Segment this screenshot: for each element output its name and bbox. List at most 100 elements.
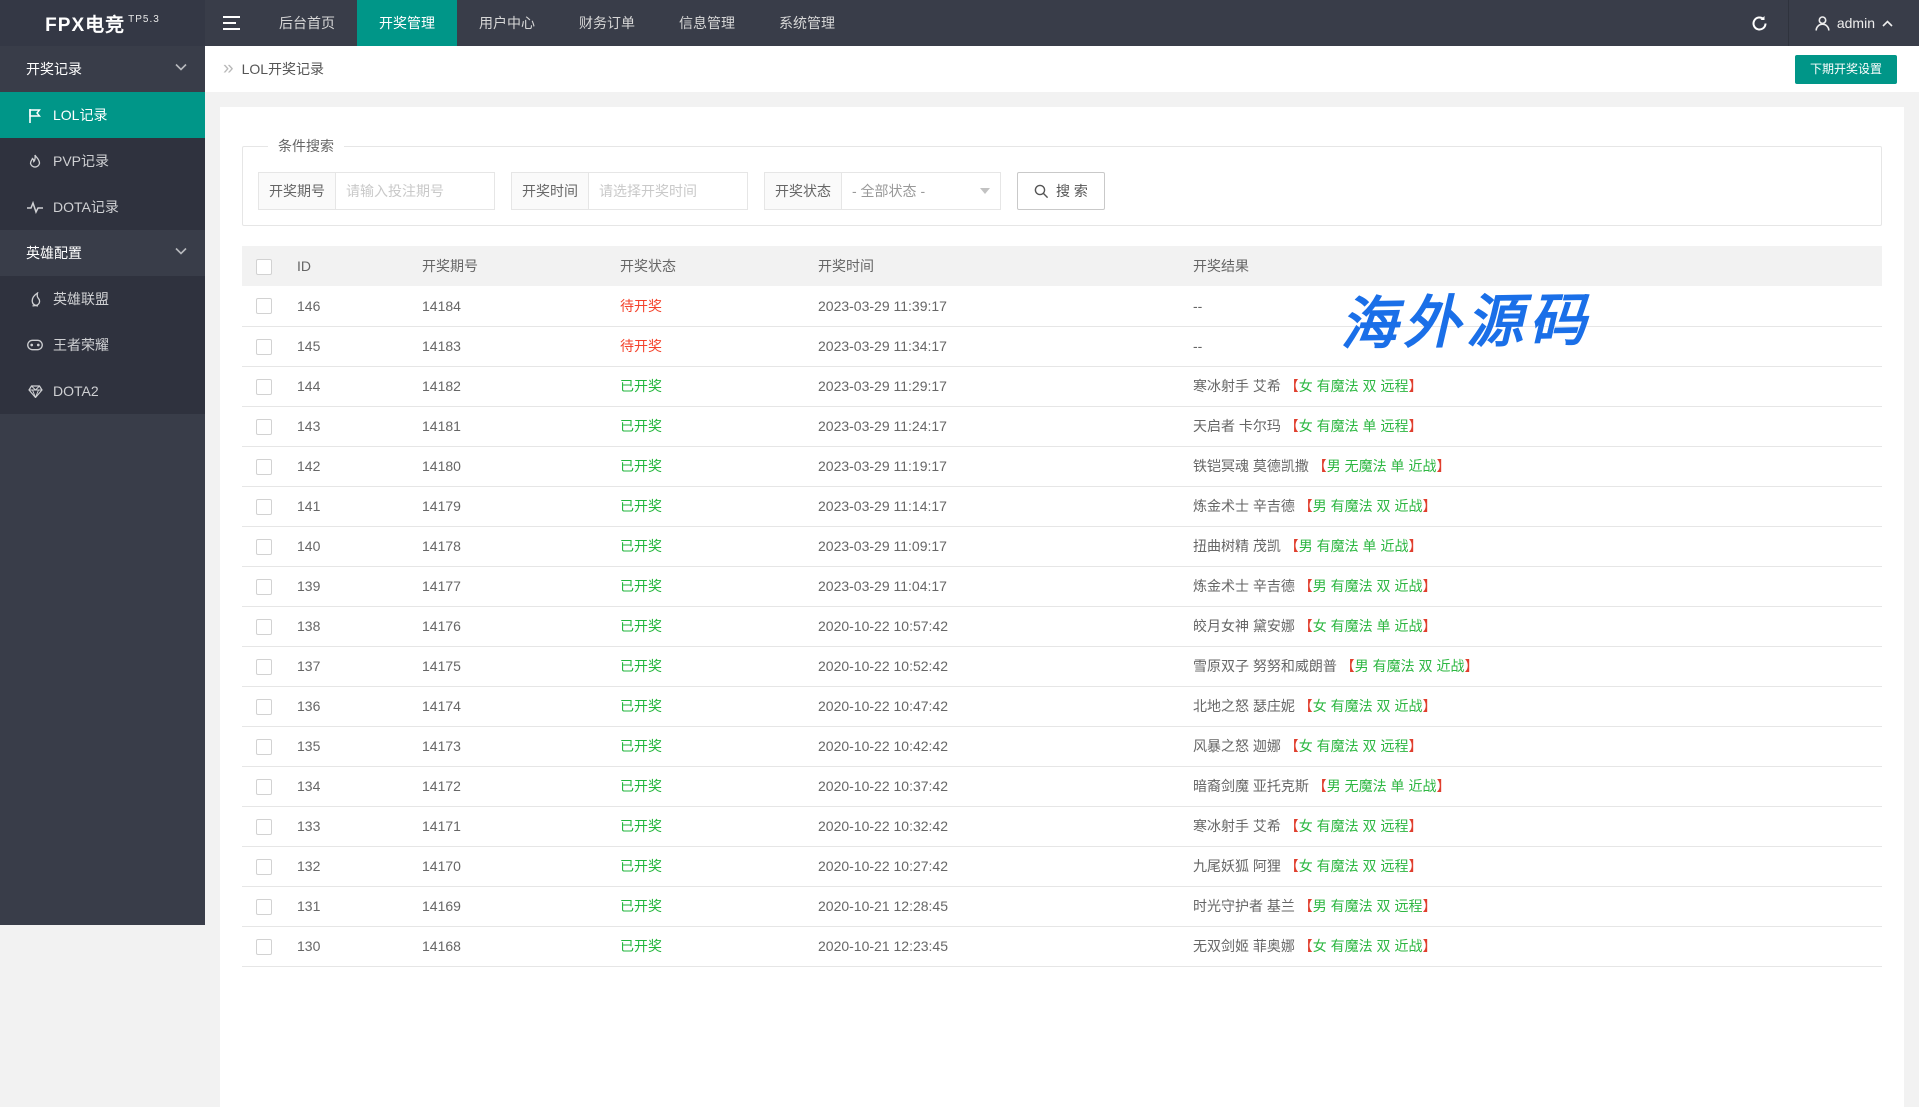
cell-issue-number: 14182: [412, 366, 610, 406]
row-checkbox[interactable]: [256, 419, 272, 435]
row-checkbox[interactable]: [256, 859, 272, 875]
result-attributes: 女 有魔法 单 远程: [1299, 418, 1409, 434]
result-attributes: 女 有魔法 双 远程: [1299, 378, 1409, 394]
result-attributes: 男 无魔法 单 近战: [1327, 458, 1437, 474]
sidebar-item-DOTA2[interactable]: DOTA2: [0, 368, 205, 414]
result-hero-name: 风暴之怒 迦娜: [1193, 738, 1281, 754]
sidebar-item-王者荣耀[interactable]: 王者荣耀: [0, 322, 205, 368]
row-checkbox[interactable]: [256, 579, 272, 595]
cell-id: 141: [287, 486, 412, 526]
column-header-5: 开奖结果: [1183, 246, 1882, 286]
navbar-right: admin: [1732, 0, 1919, 46]
sidebar-item-PVP记录[interactable]: PVP记录: [0, 138, 205, 184]
cell-id: 140: [287, 526, 412, 566]
table-row: 14014178已开奖2023-03-29 11:09:17扭曲树精 茂凯 【男…: [242, 526, 1882, 566]
app-title: FPX电竞: [45, 10, 125, 37]
app-version-badge: TP5.3: [128, 14, 160, 25]
cell-draw-time: 2020-10-22 10:32:42: [808, 806, 1183, 846]
column-header-3: 开奖状态: [610, 246, 808, 286]
cell-issue-number: 14179: [412, 486, 610, 526]
cell-draw-time: 2023-03-29 11:14:17: [808, 486, 1183, 526]
cell-draw-time: 2023-03-29 11:34:17: [808, 326, 1183, 366]
nav-tab-6[interactable]: 系统管理: [757, 0, 857, 46]
row-checkbox[interactable]: [256, 939, 272, 955]
cell-draw-time: 2023-03-29 11:04:17: [808, 566, 1183, 606]
refresh-icon[interactable]: [1732, 0, 1788, 46]
row-checkbox[interactable]: [256, 899, 272, 915]
row-checkbox[interactable]: [256, 298, 272, 314]
row-checkbox[interactable]: [256, 539, 272, 555]
draw-status-select[interactable]: - 全部状态 -: [841, 172, 1001, 210]
row-checkbox[interactable]: [256, 739, 272, 755]
status-badge: 已开奖: [620, 458, 662, 474]
cell-issue-number: 14181: [412, 406, 610, 446]
cell-draw-result: 炼金术士 辛吉德 【男 有魔法 双 近战】: [1183, 486, 1882, 526]
result-attributes: 男 无魔法 单 近战: [1327, 778, 1437, 794]
cell-issue-number: 14171: [412, 806, 610, 846]
search-button[interactable]: 搜 索: [1017, 172, 1105, 210]
hamburger-menu-icon[interactable]: [205, 0, 257, 46]
cell-draw-status: 已开奖: [610, 406, 808, 446]
row-checkbox[interactable]: [256, 659, 272, 675]
column-header-2: 开奖期号: [412, 246, 610, 286]
sidebar-nav: 开奖记录LOL记录PVP记录DOTA记录英雄配置英雄联盟王者荣耀DOTA2: [0, 46, 205, 925]
nav-tab-1[interactable]: 后台首页: [257, 0, 357, 46]
draw-status-group: 开奖状态 - 全部状态 -: [764, 172, 1001, 210]
top-navbar: FPX电竞 TP5.3 后台首页开奖管理用户中心财务订单信息管理系统管理 adm…: [0, 0, 1919, 46]
sidebar-item-英雄联盟[interactable]: 英雄联盟: [0, 276, 205, 322]
table-header-row: ID开奖期号开奖状态开奖时间开奖结果: [242, 246, 1882, 286]
sidebar-item-LOL记录[interactable]: LOL记录: [0, 92, 205, 138]
nav-tab-4[interactable]: 财务订单: [557, 0, 657, 46]
status-badge: 已开奖: [620, 818, 662, 834]
row-checkbox[interactable]: [256, 819, 272, 835]
cell-draw-time: 2023-03-29 11:39:17: [808, 286, 1183, 326]
nav-tab-5[interactable]: 信息管理: [657, 0, 757, 46]
breadcrumb: LOL开奖记录: [242, 59, 324, 79]
table-row: 14214180已开奖2023-03-29 11:19:17铁铠冥魂 莫德凯撒 …: [242, 446, 1882, 486]
sidebar-group-2[interactable]: 英雄配置: [0, 230, 205, 276]
nav-tab-2[interactable]: 开奖管理: [357, 0, 457, 46]
cell-issue-number: 14177: [412, 566, 610, 606]
row-checkbox[interactable]: [256, 499, 272, 515]
result-hero-name: 时光守护者 基兰: [1193, 898, 1295, 914]
user-menu[interactable]: admin: [1788, 0, 1919, 46]
cell-issue-number: 14172: [412, 766, 610, 806]
breadcrumb-bar: » LOL开奖记录 下期开奖设置: [205, 46, 1919, 92]
cell-id: 130: [287, 926, 412, 966]
result-attributes: 女 有魔法 双 近战: [1313, 938, 1423, 954]
cell-id: 131: [287, 886, 412, 926]
sidebar-item-DOTA记录[interactable]: DOTA记录: [0, 184, 205, 230]
row-checkbox[interactable]: [256, 459, 272, 475]
cell-draw-result: 炼金术士 辛吉德 【男 有魔法 双 近战】: [1183, 566, 1882, 606]
nav-tab-3[interactable]: 用户中心: [457, 0, 557, 46]
cell-draw-time: 2023-03-29 11:24:17: [808, 406, 1183, 446]
cell-draw-status: 已开奖: [610, 846, 808, 886]
content-card: 条件搜索 开奖期号 开奖时间 开奖状态 - 全部状态 - 搜 索: [220, 107, 1904, 1107]
issue-number-group: 开奖期号: [258, 172, 495, 210]
cell-draw-result: 北地之怒 瑟庄妮 【女 有魔法 双 近战】: [1183, 686, 1882, 726]
caret-down-icon: [980, 188, 990, 194]
sidebar-group-1[interactable]: 开奖记录: [0, 46, 205, 92]
result-attributes: 女 有魔法 双 远程: [1299, 738, 1409, 754]
table-row: 13714175已开奖2020-10-22 10:52:42雪原双子 努努和威朗…: [242, 646, 1882, 686]
status-badge: 已开奖: [620, 618, 662, 634]
table-row: 13014168已开奖2020-10-21 12:23:45无双剑姬 菲奥娜 【…: [242, 926, 1882, 966]
draw-time-input[interactable]: [588, 172, 748, 210]
row-checkbox[interactable]: [256, 699, 272, 715]
cell-draw-time: 2020-10-22 10:52:42: [808, 646, 1183, 686]
cell-draw-result: 暗裔剑魔 亚托克斯 【男 无魔法 单 近战】: [1183, 766, 1882, 806]
result-attributes: 女 有魔法 单 近战: [1313, 618, 1423, 634]
cell-draw-result: --: [1183, 286, 1882, 326]
row-checkbox[interactable]: [256, 379, 272, 395]
search-panel-legend: 条件搜索: [268, 136, 344, 156]
next-draw-settings-button[interactable]: 下期开奖设置: [1795, 55, 1897, 84]
row-checkbox[interactable]: [256, 619, 272, 635]
select-all-checkbox[interactable]: [256, 259, 272, 275]
table-row: 14614184待开奖2023-03-29 11:39:17--: [242, 286, 1882, 326]
cell-draw-status: 已开奖: [610, 366, 808, 406]
cell-draw-status: 已开奖: [610, 606, 808, 646]
draw-time-label: 开奖时间: [511, 172, 588, 210]
row-checkbox[interactable]: [256, 779, 272, 795]
row-checkbox[interactable]: [256, 339, 272, 355]
issue-number-input[interactable]: [335, 172, 495, 210]
